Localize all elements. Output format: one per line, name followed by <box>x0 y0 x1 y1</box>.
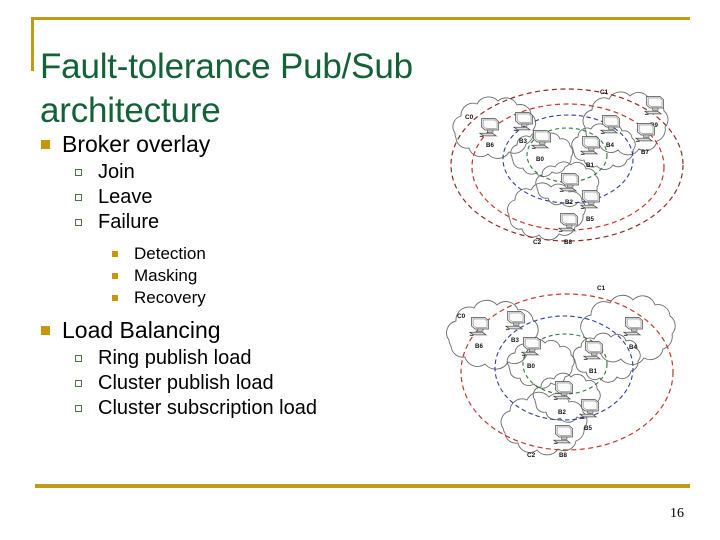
bullet-level2-failure: Failure <box>36 210 436 235</box>
bullet-marker-filled-square-icon <box>108 243 134 265</box>
bullet-marker-filled-square-icon <box>108 287 134 309</box>
broker-node-b1 <box>580 136 600 156</box>
broker-overlay-diagram-top: B6 B3 B0 B9 B4 B7 B1 B2 B5 B8 C0 C1 C2 <box>437 77 709 259</box>
broker-node-b1 <box>583 341 603 361</box>
bullet-level2-cluster-subscription-load: Cluster subscription load <box>36 396 436 421</box>
bullet-level1-broker-overlay: Broker overlay <box>36 131 436 158</box>
broker-node-b5 <box>580 190 600 210</box>
cluster-label-c0: C0 <box>457 313 466 320</box>
broker-node-b0 <box>521 337 541 357</box>
bullet-text: Load Balancing <box>62 317 221 343</box>
bullet-level3-recovery: Recovery <box>36 287 436 309</box>
bullet-marker-hollow-square-icon <box>72 371 98 396</box>
bullet-marker-hollow-square-icon <box>72 185 98 210</box>
broker-node-b9 <box>644 96 664 116</box>
broker-node-b7 <box>635 123 655 143</box>
broker-label-b1: B1 <box>589 368 597 375</box>
broker-node-b4 <box>600 115 620 135</box>
bullet-marker-hollow-square-icon <box>72 160 98 185</box>
bullet-text: Masking <box>134 266 198 285</box>
slide-body-outline: Broker overlay Join Leave Failure Detect… <box>36 131 436 421</box>
bullet-text: Recovery <box>134 288 206 307</box>
bullet-level3-detection: Detection <box>36 243 436 265</box>
bullet-level2-leave: Leave <box>36 185 436 210</box>
broker-node-b6 <box>469 317 489 337</box>
broker-label-b6: B6 <box>486 142 494 149</box>
broker-overlay-diagram-bottom: B6 B3 B0 B4 B1 B2 B5 B8 C0 C1 C2 <box>437 272 709 477</box>
broker-label-b5: B5 <box>586 216 594 223</box>
broker-label-b5: B5 <box>584 425 592 432</box>
broker-node-b3 <box>513 112 533 132</box>
broker-node-b2 <box>553 381 573 401</box>
broker-node-b2 <box>559 173 579 193</box>
bullet-text: Failure <box>98 211 160 233</box>
bullet-marker-hollow-square-icon <box>72 346 98 371</box>
broker-node-b4 <box>623 317 643 337</box>
bullet-text: Cluster subscription load <box>98 397 317 419</box>
title-frame-top-rule <box>31 17 690 20</box>
broker-node-b8 <box>553 425 573 445</box>
bullet-marker-filled-square-icon <box>108 265 134 287</box>
slide-page-number: 16 <box>670 506 684 521</box>
cluster-label-c2: C2 <box>527 452 536 459</box>
bullet-level2-ring-publish-load: Ring publish load <box>36 346 436 371</box>
cluster-label-c1: C1 <box>600 89 609 96</box>
bullet-marker-filled-square-icon <box>36 131 62 158</box>
broker-label-b1: B1 <box>586 162 594 169</box>
bullet-marker-hollow-square-icon <box>72 210 98 235</box>
title-frame-left-rule <box>31 17 34 71</box>
bullet-text: Detection <box>134 244 206 263</box>
broker-label-b0: B0 <box>536 156 544 163</box>
bullet-text: Cluster publish load <box>98 372 274 394</box>
footer-divider-rule <box>35 484 690 488</box>
cluster-label-c2: C2 <box>533 239 542 246</box>
cluster-label-c1: C1 <box>597 285 606 292</box>
broker-node-b5 <box>579 399 599 419</box>
broker-node-b6 <box>479 118 499 138</box>
broker-label-b3: B3 <box>511 337 519 344</box>
bullet-level2-cluster-publish-load: Cluster publish load <box>36 371 436 396</box>
bullet-text: Join <box>98 161 135 183</box>
cluster-label-c0: C0 <box>465 114 474 121</box>
broker-label-b8: B8 <box>559 452 567 459</box>
broker-label-b2: B2 <box>565 199 573 206</box>
bullet-level1-load-balancing: Load Balancing <box>36 317 436 344</box>
bullet-text: Leave <box>98 186 153 208</box>
broker-label-b7: B7 <box>641 149 649 156</box>
bullet-text: Ring publish load <box>98 347 252 369</box>
bullet-level2-join: Join <box>36 160 436 185</box>
broker-label-b3: B3 <box>519 138 527 145</box>
bullet-marker-hollow-square-icon <box>72 396 98 421</box>
broker-label-b6: B6 <box>475 343 483 350</box>
bullet-marker-filled-square-icon <box>36 317 62 344</box>
broker-node-b0 <box>531 130 551 150</box>
slide-title: Fault-tolerance Pub/Sub architecture <box>40 47 413 131</box>
broker-label-b2: B2 <box>558 409 566 416</box>
bullet-level3-masking: Masking <box>36 265 436 287</box>
bullet-text: Broker overlay <box>62 131 211 157</box>
broker-label-b4: B4 <box>606 142 614 149</box>
broker-label-b0: B0 <box>527 363 535 370</box>
broker-label-b4: B4 <box>629 344 637 351</box>
broker-label-b8: B8 <box>564 239 572 246</box>
